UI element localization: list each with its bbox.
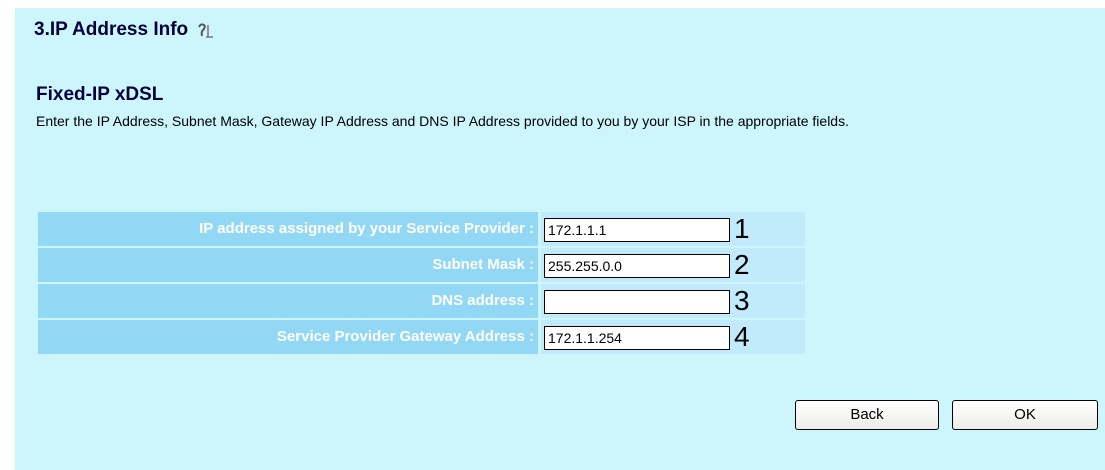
subtitle: Fixed-IP xDSL [36,84,164,105]
dns-address-cell: 3 [541,284,805,318]
gateway-address-cell: 4 [541,320,805,354]
gateway-address-input[interactable] [544,326,730,350]
section-title-text: 3.IP Address Info [34,19,189,40]
marker-4: 4 [734,321,750,352]
wizard-panel: 3.IP Address Info Fixed-IP xDSL Enter th… [15,8,1105,470]
back-button[interactable]: Back [795,400,939,430]
form-row-gateway-address: Service Provider Gateway Address : 4 [38,320,805,354]
description: Enter the IP Address, Subnet Mask, Gatew… [36,113,849,129]
help-icon[interactable] [194,19,217,41]
dns-address-input[interactable] [544,290,730,314]
form-row-dns-address: DNS address : 3 [38,284,805,318]
dns-address-label: DNS address : [38,284,538,318]
subnet-mask-cell: 2 [541,248,805,282]
ip-address-cell: 1 [541,212,805,246]
form-row-ip-address: IP address assigned by your Service Prov… [38,212,805,246]
subnet-mask-input[interactable] [544,254,730,278]
ip-address-input[interactable] [544,218,730,242]
ip-address-label: IP address assigned by your Service Prov… [38,212,538,246]
subnet-mask-label: Subnet Mask : [38,248,538,282]
marker-1: 1 [734,213,750,244]
marker-2: 2 [734,249,750,280]
form-row-subnet-mask: Subnet Mask : 2 [38,248,805,282]
ok-button[interactable]: OK [952,400,1098,430]
gateway-address-label: Service Provider Gateway Address : [38,320,538,354]
section-title: 3.IP Address Info [34,19,217,41]
marker-3: 3 [734,285,750,316]
